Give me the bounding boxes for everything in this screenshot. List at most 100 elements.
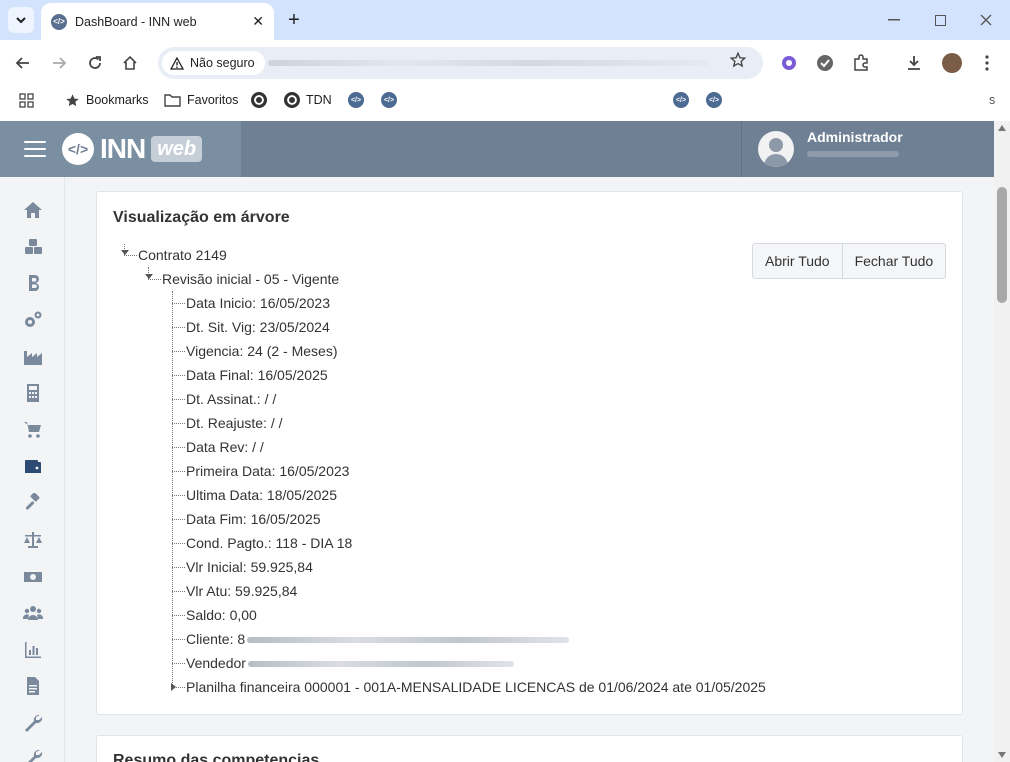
home-outline-icon (123, 55, 137, 70)
tree-expander-icon[interactable] (171, 683, 176, 691)
tab-search-button[interactable] (8, 7, 34, 33)
new-tab-button[interactable]: + (282, 8, 306, 32)
check-circle-icon (817, 55, 833, 71)
cart-icon[interactable] (22, 419, 44, 441)
security-chip[interactable]: Não seguro (162, 51, 265, 75)
tree-node-item[interactable]: Dt. Assinat.: / / (186, 390, 276, 408)
forward-button[interactable] (47, 51, 71, 75)
bookmarks-bar: Bookmarks Favoritos TDN </> </> </> </> … (0, 86, 1010, 114)
tree-node-planilha[interactable]: Planilha financeira 000001 - 001A-MENSAL… (186, 678, 766, 696)
bookmark-bookmarks[interactable]: Bookmarks (65, 91, 149, 109)
back-button[interactable] (11, 51, 35, 75)
tab-close-icon[interactable]: ✕ (252, 13, 264, 30)
downloads-button[interactable] (902, 51, 926, 75)
tree-node-label: Vlr Atu: 59.925,84 (186, 583, 298, 599)
scroll-thumb[interactable] (997, 187, 1007, 303)
tree-node-item[interactable]: Vendedor (186, 654, 514, 672)
kebab-menu-icon (985, 55, 989, 71)
tree-node-item[interactable]: Data Final: 16/05/2025 (186, 366, 328, 384)
bookmark-star-icon[interactable] (729, 51, 747, 72)
bookmark-overflow[interactable]: s (989, 91, 995, 109)
tree-node-label: Vendedor (186, 655, 246, 671)
tree-expander-icon[interactable] (121, 250, 129, 255)
bookmark-code-3[interactable]: </> (673, 91, 689, 109)
bookmark-code-4[interactable]: </> (706, 91, 722, 109)
scroll-down-arrow-icon[interactable] (998, 752, 1006, 758)
tree-node-revision[interactable]: Revisão inicial - 05 - Vigente (162, 270, 339, 288)
extension-check-button[interactable] (813, 51, 837, 75)
user-menu[interactable]: Administrador (741, 121, 994, 177)
bar-chart-icon[interactable] (22, 639, 44, 661)
bookmark-code-2[interactable]: </> (381, 91, 397, 109)
address-bar[interactable]: Não seguro (158, 47, 763, 79)
browser-menu-button[interactable] (975, 51, 999, 75)
users-icon[interactable] (22, 602, 44, 624)
tab-title: DashBoard - INN web (75, 14, 197, 29)
gears-icon[interactable] (22, 309, 44, 331)
download-icon (908, 56, 920, 70)
bookmark-tdn[interactable]: TDN (284, 91, 332, 109)
industry-icon[interactable] (22, 346, 44, 368)
scale-icon[interactable] (22, 529, 44, 551)
maximize-button[interactable] (928, 8, 952, 32)
tree-node-label: Vigencia: 24 (2 - Meses) (186, 343, 338, 359)
apps-grid-icon (19, 92, 34, 108)
tree-node-item[interactable]: Vlr Inicial: 59.925,84 (186, 558, 313, 576)
calculator-icon[interactable] (22, 382, 44, 404)
tree-node-item[interactable]: Vigencia: 24 (2 - Meses) (186, 342, 337, 360)
dark-circle-icon (251, 92, 267, 108)
logo-inn-text: INN (100, 133, 146, 164)
browser-toolbar: Não seguro (0, 40, 1010, 86)
cubes-icon[interactable] (22, 236, 44, 258)
code-favicon-icon: </> (706, 92, 722, 108)
menu-toggle-icon[interactable] (24, 141, 46, 157)
tree-node-label: Data Final: 16/05/2025 (186, 367, 328, 383)
bookmark-favoritos[interactable]: Favoritos (164, 91, 238, 109)
tree-node-item[interactable]: Vlr Atu: 59.925,84 (186, 582, 297, 600)
apps-button[interactable] (19, 91, 34, 109)
tree-node-label: Data Inicio: 16/05/2023 (186, 295, 330, 311)
close-window-button[interactable] (974, 8, 998, 32)
bookmark-overflow-label: s (989, 93, 996, 107)
tree-node-item[interactable]: Cond. Pagto.: 118 - DIA 18 (186, 534, 352, 552)
scroll-up-arrow-icon[interactable] (998, 125, 1006, 131)
tree-node-item[interactable]: Ultima Data: 18/05/2025 (186, 486, 337, 504)
extension-gear-button[interactable] (777, 51, 801, 75)
tree-node-item[interactable]: Data Rev: / / (186, 438, 264, 456)
tree-expander-icon[interactable] (145, 274, 153, 279)
document-icon[interactable] (22, 675, 44, 697)
puzzle-icon (854, 54, 868, 71)
dark-circle-icon (284, 92, 300, 108)
tree-node-item[interactable]: Data Fim: 16/05/2025 (186, 510, 321, 528)
minimize-button[interactable] (882, 8, 906, 32)
bitcoin-icon[interactable] (22, 272, 44, 294)
home-button[interactable] (118, 51, 142, 75)
tree-node-item[interactable]: Dt. Reajuste: / / (186, 414, 282, 432)
page-scrollbar[interactable] (994, 121, 1010, 762)
arrow-right-icon (53, 57, 67, 69)
extensions-button[interactable] (849, 51, 873, 75)
reload-button[interactable] (83, 51, 107, 75)
browser-tab-active[interactable]: </> DashBoard - INN web ✕ (41, 3, 274, 40)
bookmark-code-1[interactable]: </> (348, 91, 364, 109)
tools-icon[interactable] (22, 747, 44, 762)
wrench-icon[interactable] (22, 712, 44, 734)
home-icon[interactable] (22, 199, 44, 221)
gavel-icon[interactable] (22, 492, 44, 514)
tree-node-root[interactable]: Contrato 2149 (138, 246, 227, 264)
browser-tab-strip: </> DashBoard - INN web ✕ + (0, 0, 1010, 40)
tree-node-item[interactable]: Saldo: 0,00 (186, 606, 257, 624)
tree-node-item[interactable]: Dt. Sit. Vig: 23/05/2024 (186, 318, 330, 336)
profile-button[interactable] (940, 51, 964, 75)
reload-icon (89, 56, 101, 69)
tree-view-card: Visualização em árvore Abrir Tudo Fechar… (96, 191, 963, 715)
app-logo[interactable]: </> INN web (62, 133, 203, 165)
tree-node-item[interactable]: Data Inicio: 16/05/2023 (186, 294, 330, 312)
money-icon[interactable] (22, 566, 44, 588)
bookmark-dark-circle[interactable] (251, 91, 267, 109)
brand-area: </> INN web (0, 121, 241, 177)
sidebar (0, 177, 65, 762)
wallet-icon[interactable] (22, 456, 44, 478)
tree-node-item[interactable]: Primeira Data: 16/05/2023 (186, 462, 349, 480)
tree-node-item[interactable]: Cliente: 8 (186, 630, 570, 648)
